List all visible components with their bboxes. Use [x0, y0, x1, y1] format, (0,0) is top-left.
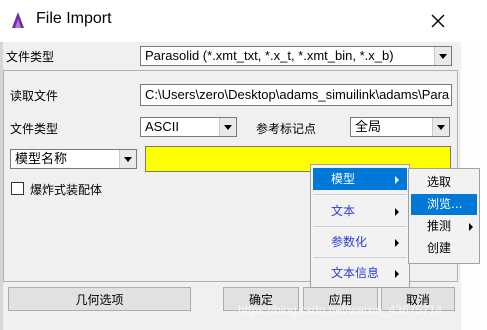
context-menu: 模型 文本 参数化 文本信息: [310, 164, 410, 288]
menu-item-parameterize-label: 参数化: [331, 235, 368, 249]
exploded-assembly-checkbox[interactable]: [11, 182, 24, 195]
chevron-down-icon[interactable]: [432, 118, 449, 136]
submenu-item-browse-label: 浏览...: [427, 197, 463, 211]
menu-separator: [313, 226, 407, 227]
menu-separator: [313, 257, 407, 258]
submenu-item-select[interactable]: 选取: [411, 172, 477, 193]
chevron-down-icon[interactable]: [119, 150, 136, 168]
menu-item-text-info-label: 文本信息: [331, 266, 380, 280]
menu-separator: [313, 194, 407, 195]
top-file-type-value: Parasolid (*.xmt_txt, *.x_t, *.xmt_bin, …: [145, 48, 394, 63]
read-file-label: 读取文件: [10, 89, 59, 103]
submenu-item-guess-label: 推测: [427, 219, 452, 233]
ref-marker-label: 参考标记点: [256, 122, 317, 136]
menu-item-model[interactable]: 模型: [313, 168, 407, 190]
submenu-item-select-label: 选取: [427, 175, 452, 189]
menu-item-model-label: 模型: [331, 172, 356, 186]
chevron-down-icon[interactable]: [434, 47, 451, 65]
menu-item-text[interactable]: 文本: [313, 200, 407, 222]
close-button[interactable]: [424, 8, 452, 34]
menu-item-parameterize[interactable]: 参数化: [313, 231, 407, 253]
read-file-field[interactable]: C:\Users\zero\Desktop\adams_simuilink\ad…: [140, 84, 452, 106]
chevron-right-icon: [395, 239, 399, 247]
ref-marker-value: 全局: [355, 119, 382, 134]
format-select[interactable]: ASCII: [140, 117, 237, 137]
chevron-right-icon: [395, 270, 399, 278]
window-title: File Import: [36, 10, 112, 27]
ref-marker-select[interactable]: 全局: [350, 117, 450, 137]
geometry-options-button[interactable]: 几何选项: [8, 287, 191, 311]
watermark: https://blog.csdn.net/weixin_43675714: [238, 303, 443, 317]
format-value: ASCII: [145, 119, 179, 134]
adams-logo-icon: [8, 10, 28, 30]
chevron-down-icon[interactable]: [219, 118, 236, 136]
submenu-item-browse[interactable]: 浏览...: [411, 194, 477, 215]
chevron-right-icon: [469, 223, 473, 231]
chevron-right-icon: [395, 208, 399, 216]
close-icon: [431, 14, 445, 28]
top-file-type-select[interactable]: Parasolid (*.xmt_txt, *.x_t, *.xmt_bin, …: [140, 46, 452, 66]
model-name-select[interactable]: 模型名称: [10, 149, 137, 169]
file-type-label: 文件类型: [6, 50, 55, 64]
exploded-assembly-label: 爆炸式装配体: [30, 183, 103, 197]
submenu: 选取 浏览... 推测 创建: [408, 168, 480, 264]
format-label: 文件类型: [10, 122, 59, 136]
title-bar[interactable]: File Import: [0, 0, 487, 42]
window-right-frame: [461, 0, 487, 330]
menu-item-text-info[interactable]: 文本信息: [313, 262, 407, 284]
menu-item-text-label: 文本: [331, 204, 356, 218]
chevron-right-icon: [395, 176, 399, 184]
model-name-select-value: 模型名称: [15, 151, 68, 166]
submenu-item-create[interactable]: 创建: [411, 238, 477, 259]
submenu-item-guess[interactable]: 推测: [411, 216, 477, 237]
read-file-value: C:\Users\zero\Desktop\adams_simuilink\ad…: [145, 87, 450, 102]
geometry-options-label: 几何选项: [75, 292, 124, 307]
submenu-item-create-label: 创建: [427, 241, 452, 255]
